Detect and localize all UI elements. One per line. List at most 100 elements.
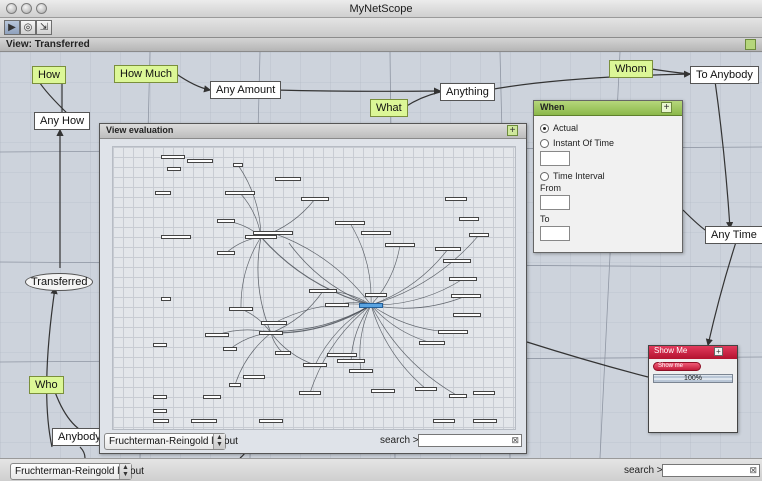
graph-node[interactable] xyxy=(261,321,287,325)
when-title: When xyxy=(540,102,565,112)
graph-node[interactable] xyxy=(259,331,283,335)
node-any-how[interactable]: Any How xyxy=(34,112,91,130)
node-anything[interactable]: Anything xyxy=(440,83,495,101)
graph-node[interactable] xyxy=(167,167,181,171)
graph-node[interactable] xyxy=(153,343,167,347)
graph-node[interactable] xyxy=(301,197,329,201)
graph-node[interactable] xyxy=(187,159,213,163)
export-tool-icon[interactable]: ⇲ xyxy=(36,20,52,35)
graph-node[interactable] xyxy=(419,341,445,345)
graph-node[interactable] xyxy=(245,235,277,239)
layout-select[interactable]: Fruchterman-Reingold layout ▲ ▼ xyxy=(10,463,144,480)
graph-node[interactable] xyxy=(449,394,467,398)
from-input[interactable] xyxy=(540,195,570,210)
graph-node[interactable] xyxy=(327,353,357,357)
graph-hub-node[interactable] xyxy=(359,303,383,308)
graph-node[interactable] xyxy=(155,191,171,195)
graph-node[interactable] xyxy=(469,233,489,237)
radio-actual[interactable]: Actual xyxy=(540,123,578,133)
graph-node[interactable] xyxy=(275,351,291,355)
expand-show-me-icon[interactable]: + xyxy=(714,347,723,356)
node-what[interactable]: What xyxy=(370,99,408,117)
graph-node[interactable] xyxy=(349,369,373,373)
instant-time-input[interactable] xyxy=(540,151,570,166)
expand-when-icon[interactable]: + xyxy=(661,102,672,113)
graph-node[interactable] xyxy=(161,155,185,159)
graph-node[interactable] xyxy=(473,419,497,423)
graph-node[interactable] xyxy=(153,409,167,413)
graph-node[interactable] xyxy=(229,307,253,311)
view-title: View: Transferred xyxy=(6,39,90,50)
minimize-view-icon[interactable] xyxy=(745,39,756,50)
graph-node[interactable] xyxy=(205,333,229,337)
graph-tool-icon[interactable]: ◎ xyxy=(20,20,36,35)
network-edge xyxy=(257,236,272,334)
node-whom[interactable]: Whom xyxy=(609,60,653,78)
graph-node[interactable] xyxy=(259,419,283,423)
graph-node[interactable] xyxy=(415,387,437,391)
graph-node[interactable] xyxy=(299,391,321,395)
to-input[interactable] xyxy=(540,226,570,241)
radio-actual-icon xyxy=(540,124,549,133)
graph-node[interactable] xyxy=(361,231,391,235)
chevron-updown-icon: ▲ ▼ xyxy=(213,434,225,449)
graph-node[interactable] xyxy=(459,217,479,221)
graph-node[interactable] xyxy=(161,297,171,301)
graph-node[interactable] xyxy=(203,395,221,399)
graph-node[interactable] xyxy=(191,419,217,423)
graph-node[interactable] xyxy=(337,359,365,363)
search-input[interactable]: ⊠ xyxy=(662,464,760,477)
query-canvas[interactable]: How How Much Any Amount What Anything Wh… xyxy=(0,52,762,458)
expand-evaluation-icon[interactable]: + xyxy=(507,125,518,136)
node-to-anybody[interactable]: To Anybody xyxy=(690,66,759,84)
window-titlebar: MyNetScope xyxy=(0,0,762,18)
graph-node[interactable] xyxy=(453,313,481,317)
node-how[interactable]: How xyxy=(32,66,67,84)
evaluation-search-input[interactable]: ⊠ xyxy=(418,434,522,447)
graph-node[interactable] xyxy=(371,389,395,393)
node-any-amount[interactable]: Any Amount xyxy=(210,81,282,99)
evaluation-layout-select[interactable]: Fruchterman-Reingold layout ▲ ▼ xyxy=(104,433,238,450)
graph-node[interactable] xyxy=(225,191,255,195)
network-edge xyxy=(270,304,372,334)
network-graph[interactable] xyxy=(112,146,516,430)
graph-node[interactable] xyxy=(275,177,301,181)
show-me-button[interactable]: Show me xyxy=(653,362,701,371)
graph-node[interactable] xyxy=(303,363,327,367)
graph-node[interactable] xyxy=(445,197,467,201)
graph-node[interactable] xyxy=(435,247,461,251)
node-how-much[interactable]: How Much xyxy=(114,65,178,83)
graph-node[interactable] xyxy=(473,391,495,395)
node-who[interactable]: Who xyxy=(29,376,64,394)
graph-node[interactable] xyxy=(451,294,481,298)
graph-node[interactable] xyxy=(217,219,235,223)
network-edge xyxy=(370,304,459,397)
graph-node[interactable] xyxy=(335,221,365,225)
graph-node[interactable] xyxy=(229,383,241,387)
clear-search-icon[interactable]: ⊠ xyxy=(511,435,519,446)
network-edge xyxy=(370,278,464,306)
clear-search-icon[interactable]: ⊠ xyxy=(749,465,757,476)
select-tool-icon[interactable]: ▶ xyxy=(4,20,20,35)
view-evaluation-header: View evaluation + xyxy=(100,124,526,139)
graph-node[interactable] xyxy=(153,419,169,423)
graph-node[interactable] xyxy=(309,289,337,293)
graph-node[interactable] xyxy=(217,251,235,255)
graph-node[interactable] xyxy=(449,277,477,281)
graph-node[interactable] xyxy=(243,375,265,379)
graph-node[interactable] xyxy=(325,303,349,307)
graph-node[interactable] xyxy=(223,347,237,351)
graph-node[interactable] xyxy=(443,259,471,263)
graph-node[interactable] xyxy=(161,235,191,239)
graph-node[interactable] xyxy=(433,419,455,423)
node-transferred[interactable]: Transferred xyxy=(25,273,94,291)
radio-instant[interactable]: Instant Of Time xyxy=(540,138,614,148)
radio-interval-icon xyxy=(540,172,549,181)
graph-node[interactable] xyxy=(438,330,468,334)
graph-node[interactable] xyxy=(385,243,415,247)
graph-node[interactable] xyxy=(365,293,387,297)
node-any-time[interactable]: Any Time xyxy=(705,226,762,244)
graph-node[interactable] xyxy=(153,395,167,399)
radio-interval[interactable]: Time Interval xyxy=(540,171,605,181)
graph-node[interactable] xyxy=(233,163,243,167)
